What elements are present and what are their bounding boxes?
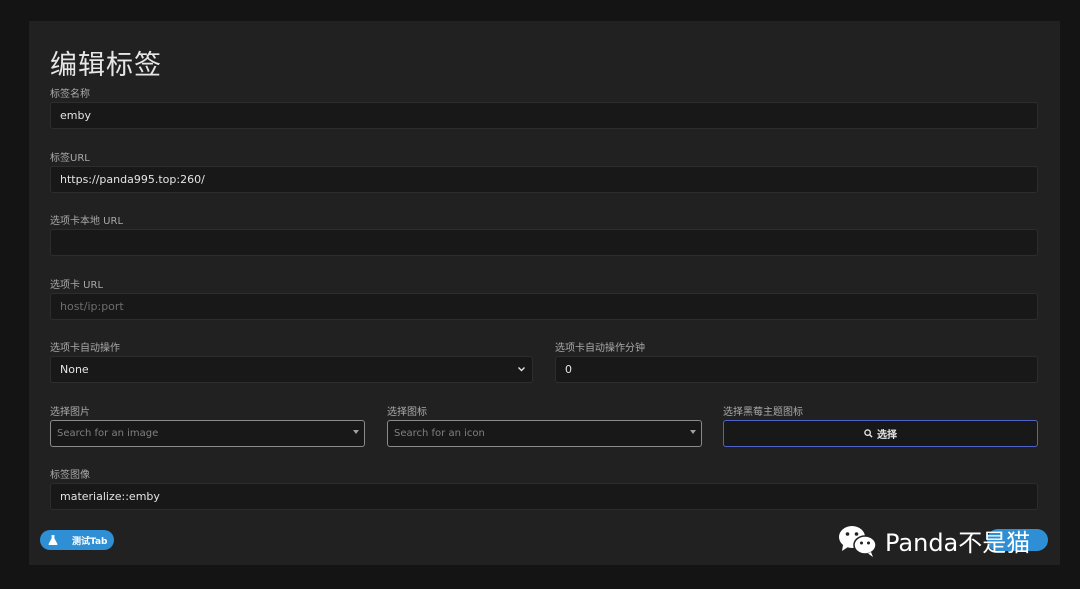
edit-tag-panel: 编辑标签 标签名称 emby 标签URL https://panda995.to… — [29, 21, 1060, 565]
image-search-select[interactable]: Search for an image — [50, 420, 365, 447]
auto-minutes-label: 选项卡自动操作分钟 — [555, 343, 645, 354]
wechat-icon — [839, 525, 877, 557]
flask-icon — [48, 535, 58, 545]
chevron-down-icon — [517, 357, 526, 382]
image-search-placeholder: Search for an image — [57, 428, 159, 439]
theme-icon-label: 选择黑莓主题图标 — [723, 407, 803, 418]
choose-theme-icon-button[interactable]: 选择 — [723, 420, 1038, 447]
local-url-label: 选项卡本地 URL — [50, 216, 124, 227]
auto-action-select[interactable]: None — [50, 356, 533, 383]
icon-label: 选择图标 — [387, 407, 427, 418]
tab-url-label: 选项卡 URL — [50, 280, 104, 291]
test-tab-button[interactable]: 测试Tab — [40, 530, 114, 550]
caret-down-icon — [690, 430, 696, 434]
icon-search-select[interactable]: Search for an icon — [387, 420, 702, 447]
search-icon — [864, 429, 873, 438]
test-tab-label: 测试Tab — [72, 536, 108, 547]
tab-url-input[interactable]: host/ip:port — [50, 293, 1038, 320]
tag-name-label: 标签名称 — [50, 89, 90, 100]
tag-image-input[interactable]: materialize::emby — [50, 483, 1038, 510]
auto-action-label: 选项卡自动操作 — [50, 343, 120, 354]
caret-down-icon — [353, 430, 359, 434]
icon-search-placeholder: Search for an icon — [394, 428, 485, 439]
page-title: 编辑标签 — [50, 50, 162, 81]
choose-button-label: 选择 — [877, 430, 897, 441]
image-label: 选择图片 — [50, 407, 90, 418]
auto-minutes-input[interactable]: 0 — [555, 356, 1038, 383]
local-url-input[interactable] — [50, 229, 1038, 256]
watermark-text: Panda不是猫 — [885, 529, 1031, 557]
tag-url-input[interactable]: https://panda995.top:260/ — [50, 166, 1038, 193]
watermark: Panda不是猫 — [837, 523, 1030, 558]
tag-name-input[interactable]: emby — [50, 102, 1038, 129]
tag-image-label: 标签图像 — [50, 470, 90, 481]
tag-url-label: 标签URL — [50, 153, 90, 164]
auto-action-value: None — [60, 363, 89, 376]
